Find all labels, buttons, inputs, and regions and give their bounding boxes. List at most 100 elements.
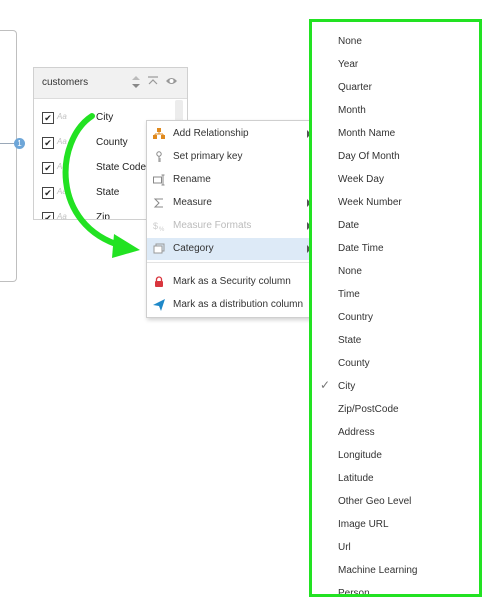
column-name[interactable]: City [96,112,113,123]
category-option-label: Day Of Month [338,151,400,162]
column-checkbox[interactable]: ✔ [42,187,54,199]
category-option[interactable]: Year [312,53,479,75]
category-option[interactable]: Day Of Month [312,145,479,167]
column-name[interactable]: State [96,187,119,198]
column-type-tag: Aa [57,137,67,146]
column-type-tag: Aa [57,187,67,196]
table-header: customers [34,68,187,99]
rename-icon [153,174,165,186]
menu-item-add-relationship[interactable]: Add Relationship [147,123,313,145]
category-option[interactable]: Date Time [312,237,479,259]
menu-item-mark-as-a-security-column[interactable]: Mark as a Security column [147,271,313,293]
menu-item-label: Add Relationship [173,128,249,139]
category-option[interactable]: Url [312,536,479,558]
category-option-label: Url [338,542,351,553]
category-option[interactable]: None [312,260,479,282]
category-option-label: Machine Learning [338,565,418,576]
column-name[interactable]: Zip [96,212,110,219]
menu-item-label: Measure Formats [173,220,252,231]
category-option[interactable]: Date [312,214,479,236]
menu-item-label: Set primary key [173,151,243,162]
menu-item-category[interactable]: Category [147,238,313,260]
category-option-label: Date [338,220,360,231]
menu-item-set-primary-key[interactable]: Set primary key [147,146,313,168]
category-option[interactable]: Week Number [312,191,479,213]
category-option-label: Date Time [338,243,384,254]
category-option-label: Longitude [338,450,382,461]
category-icon [153,243,165,255]
column-checkbox[interactable]: ✔ [42,212,54,219]
category-option[interactable]: Week Day [312,168,479,190]
category-option[interactable]: State [312,329,479,351]
category-option[interactable]: Time [312,283,479,305]
column-context-menu: Add Relationship Set primary key Rename Mea… [146,120,314,318]
checkmark-icon: ✓ [320,378,331,392]
column-type-tag: Aa [57,112,67,121]
column-name[interactable]: County [96,137,128,148]
category-option[interactable]: Image URL [312,513,479,535]
category-option-label: Image URL [338,519,389,530]
lock-icon [153,276,165,288]
category-option[interactable]: Longitude [312,444,479,466]
category-option-label: Time [338,289,360,300]
svg-text:%: % [159,227,165,232]
column-checkbox[interactable]: ✔ [42,137,54,149]
menu-item-label: Rename [173,174,211,185]
menu-item-label: Category [173,243,214,254]
menu-item-label: Mark as a Security column [173,276,291,287]
column-checkbox[interactable]: ✔ [42,162,54,174]
category-option-label: Month [338,105,366,116]
category-option[interactable]: Zip/PostCode [312,398,479,420]
category-option-label: County [338,358,370,369]
category-option-label: State [338,335,362,346]
menu-divider [147,262,313,263]
column-checkbox[interactable]: ✔ [42,112,54,124]
category-option-label: None [338,266,362,277]
menu-item-measure[interactable]: Measure [147,192,313,214]
relationship-count-badge[interactable]: 1 [14,138,25,149]
category-option-label: Week Day [338,174,384,185]
category-option-label: None [338,36,362,47]
category-option[interactable]: Person [312,582,479,597]
menu-item-label: Measure [173,197,212,208]
menu-item-measure-formats: $% Measure Formats [147,215,313,237]
category-option-label: Year [338,59,359,70]
format-icon: $% [153,220,165,233]
category-option[interactable]: Address [312,421,479,443]
column-type-tag: Aa [57,212,67,220]
menu-item-mark-as-a-distribution-column[interactable]: Mark as a distribution column [147,294,313,316]
relationship-line [0,143,14,144]
adjacent-table-panel [0,30,17,282]
category-option-label: Address [338,427,375,438]
category-option-label: Other Geo Level [338,496,412,507]
category-option-label: Country [338,312,374,323]
category-option[interactable]: Country [312,306,479,328]
category-option[interactable]: ✓ City [312,375,479,397]
key-icon [153,151,165,163]
eye-icon[interactable] [165,75,178,90]
category-option[interactable]: Latitude [312,467,479,489]
category-option[interactable]: Month [312,99,479,121]
menu-item-label: Mark as a distribution column [173,299,304,310]
table-title: customers [42,77,89,88]
category-option-label: Person [338,588,370,597]
category-option[interactable]: Machine Learning [312,559,479,581]
category-submenu: None Year Quarter Month Month Name Day Of Mon… [309,19,482,597]
category-option[interactable]: Month Name [312,122,479,144]
svg-text:$: $ [153,221,158,231]
category-option[interactable]: County [312,352,479,374]
collapse-icon[interactable] [147,75,159,90]
category-option-label: Zip/PostCode [338,404,399,415]
category-option[interactable]: Quarter [312,76,479,98]
menu-item-rename[interactable]: Rename [147,169,313,191]
category-option-label: City [338,381,356,392]
column-type-tag: Aa [57,162,67,171]
category-option-label: Week Number [338,197,402,208]
sort-icon[interactable] [131,75,141,92]
send-icon [153,299,165,311]
relationship-icon [153,128,165,140]
category-option-label: Latitude [338,473,374,484]
column-name[interactable]: State Code [96,162,146,173]
category-option[interactable]: None [312,30,479,52]
category-option[interactable]: Other Geo Level [312,490,479,512]
